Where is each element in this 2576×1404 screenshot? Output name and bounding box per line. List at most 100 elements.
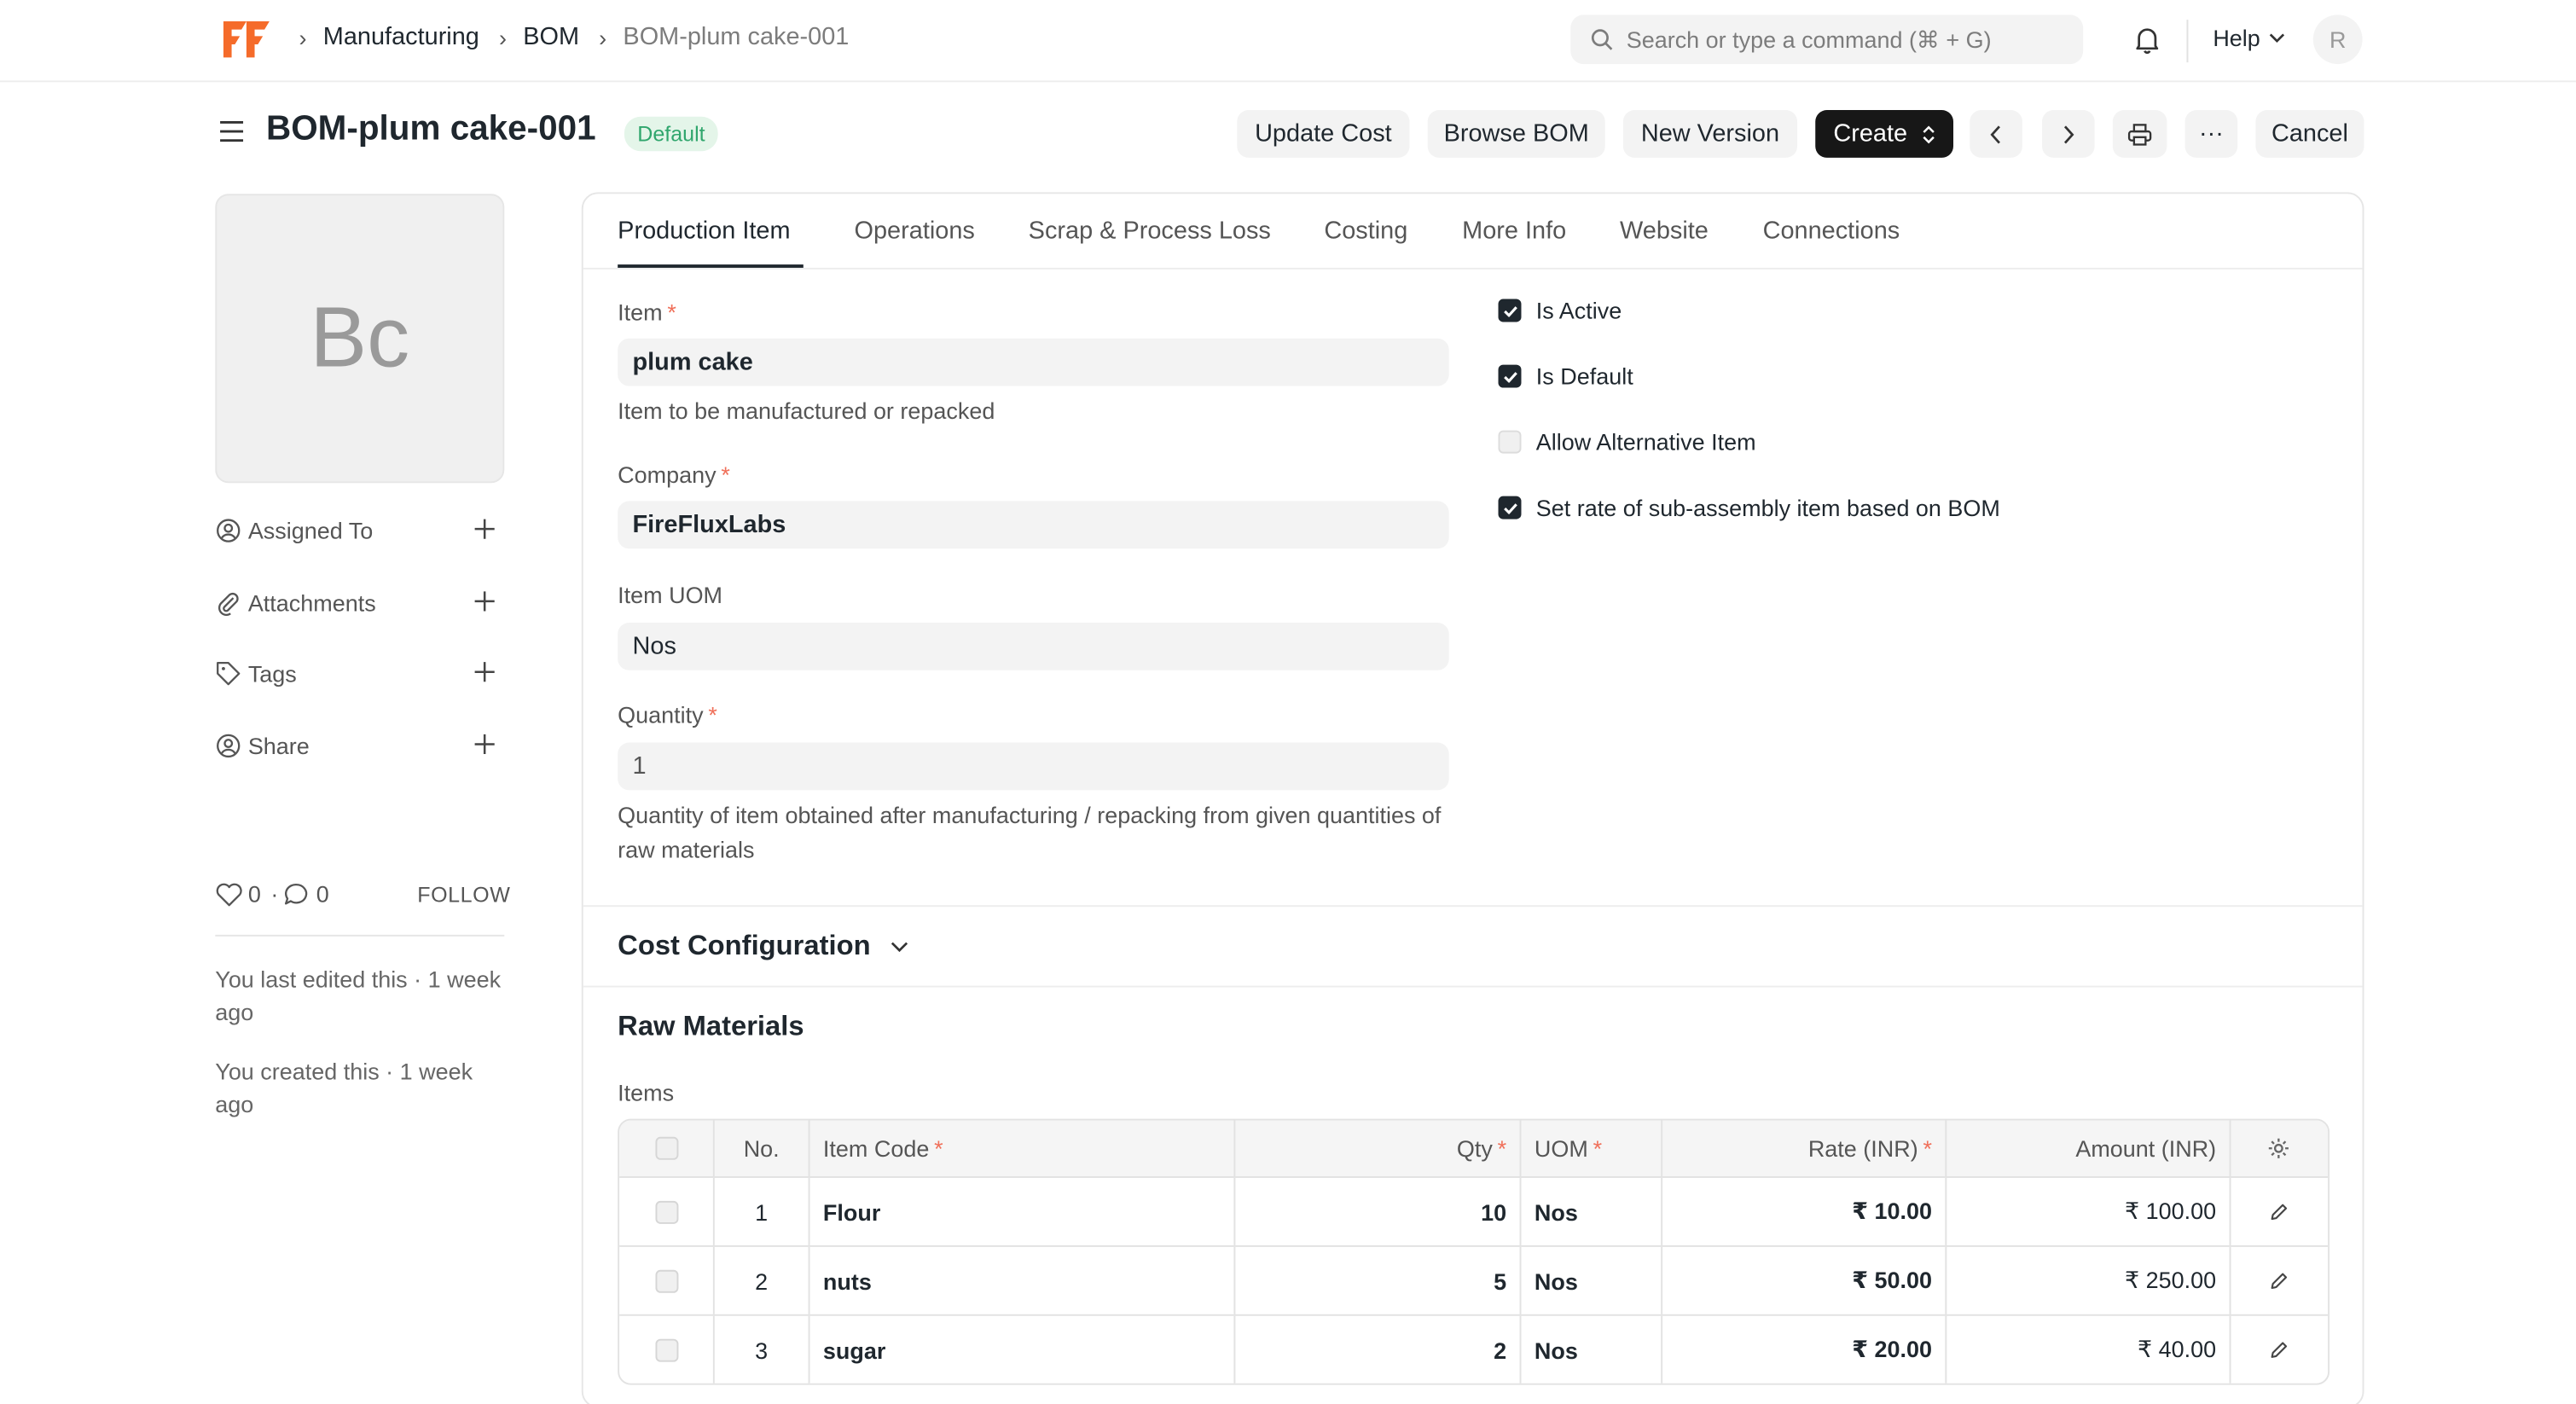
- header-rate: Rate (INR) *: [1662, 1120, 1947, 1177]
- row-edit-cell: [2231, 1316, 2327, 1384]
- add-icon[interactable]: [473, 589, 496, 612]
- table-row[interactable]: 1 Flour 10 Nos ₹ 10.00 ₹ 100.00: [619, 1176, 2329, 1245]
- cost-configuration-section-toggle[interactable]: Cost Configuration: [618, 930, 908, 963]
- search-input[interactable]: Search or type a command (⌘ + G): [1570, 15, 2084, 65]
- cell-no: 3: [715, 1315, 810, 1384]
- select-all-cell: [619, 1120, 715, 1177]
- chevron-left-icon: [1990, 125, 2000, 143]
- user-avatar[interactable]: R: [2312, 15, 2363, 65]
- raw-materials-section-title: Raw Materials: [618, 1010, 804, 1042]
- is-default-checkbox[interactable]: Is Default: [1498, 363, 1633, 389]
- cell-uom[interactable]: Nos: [1521, 1315, 1663, 1384]
- notification-bell-icon[interactable]: [2131, 23, 2164, 56]
- app-logo-icon[interactable]: [220, 16, 273, 62]
- is-active-checkbox[interactable]: Is Active: [1498, 298, 1622, 323]
- allow-alternative-item-checkbox[interactable]: Allow Alternative Item: [1498, 429, 1756, 455]
- row-checkbox[interactable]: [654, 1268, 678, 1292]
- table-row[interactable]: 3 sugar 2 Nos ₹ 20.00 ₹ 40.00: [619, 1314, 2329, 1384]
- help-dropdown[interactable]: Help: [2213, 25, 2284, 51]
- chevron-down-icon: [891, 941, 908, 952]
- gear-icon[interactable]: [2267, 1137, 2290, 1160]
- print-button[interactable]: [2112, 110, 2167, 158]
- edit-pencil-icon[interactable]: [2269, 1202, 2289, 1221]
- comment-icon[interactable]: [283, 881, 311, 906]
- cell-amount: ₹ 100.00: [1947, 1177, 2231, 1245]
- tab-operations[interactable]: Operations: [855, 217, 975, 245]
- add-icon[interactable]: [473, 660, 496, 683]
- checkbox-checked[interactable]: [1498, 364, 1522, 388]
- tab-more-info[interactable]: More Info: [1462, 217, 1566, 245]
- row-checkbox[interactable]: [654, 1337, 678, 1361]
- tab-website[interactable]: Website: [1620, 217, 1709, 245]
- sidebar-item-attachments[interactable]: Attachments: [215, 587, 504, 620]
- sidebar-item-assigned-to[interactable]: Assigned To: [215, 514, 504, 548]
- cell-uom[interactable]: Nos: [1521, 1177, 1663, 1245]
- section-title: Cost Configuration: [618, 930, 871, 961]
- cell-uom[interactable]: Nos: [1521, 1246, 1663, 1314]
- next-doc-button[interactable]: [2042, 110, 2095, 158]
- previous-doc-button[interactable]: [1970, 110, 2022, 158]
- follow-button[interactable]: FOLLOW: [417, 882, 510, 907]
- update-cost-button[interactable]: Update Cost: [1237, 110, 1410, 158]
- heart-icon[interactable]: [215, 881, 243, 906]
- edit-pencil-icon[interactable]: [2269, 1271, 2289, 1291]
- breadcrumb: › Manufacturing › BOM › BOM-plum cake-00…: [296, 23, 866, 51]
- header-amount: Amount (INR): [1947, 1120, 2231, 1177]
- breadcrumb-bom[interactable]: BOM: [523, 23, 579, 51]
- comments-count: 0: [316, 880, 329, 908]
- tab-scrap-process-loss[interactable]: Scrap & Process Loss: [1029, 217, 1271, 245]
- cancel-button[interactable]: Cancel: [2255, 110, 2364, 158]
- cell-item-code[interactable]: nuts: [810, 1246, 1236, 1314]
- item-field[interactable]: plum cake: [618, 338, 1449, 386]
- row-checkbox[interactable]: [654, 1199, 678, 1223]
- document-image-placeholder[interactable]: Bc: [215, 194, 505, 484]
- checkbox-unchecked[interactable]: [1498, 430, 1522, 454]
- create-button[interactable]: Create: [1815, 110, 1954, 158]
- create-label: Create: [1833, 119, 1908, 148]
- cell-amount: ₹ 40.00: [1947, 1315, 2231, 1384]
- cell-qty[interactable]: 10: [1235, 1177, 1522, 1245]
- likes-count: 0: [247, 880, 261, 908]
- company-field[interactable]: FireFluxLabs: [618, 501, 1449, 549]
- tab-costing[interactable]: Costing: [1324, 217, 1407, 245]
- page-title: BOM-plum cake-001: [266, 110, 596, 148]
- new-version-button[interactable]: New Version: [1622, 110, 1798, 158]
- checkbox-label: Set rate of sub-assembly item based on B…: [1535, 494, 2000, 521]
- sidebar-toggle-icon[interactable]: [218, 119, 245, 145]
- set-rate-subassembly-checkbox[interactable]: Set rate of sub-assembly item based on B…: [1498, 494, 2000, 521]
- select-all-checkbox[interactable]: [654, 1136, 678, 1160]
- breadcrumb-manufacturing[interactable]: Manufacturing: [323, 23, 479, 51]
- tab-connections[interactable]: Connections: [1763, 217, 1900, 245]
- sidebar-item-share[interactable]: Share: [215, 729, 504, 763]
- header-uom: UOM *: [1521, 1120, 1663, 1177]
- cell-qty[interactable]: 5: [1235, 1246, 1522, 1314]
- sidebar-item-label: Tags: [247, 660, 297, 687]
- updown-chevron-icon: [1923, 125, 1935, 143]
- column-settings-cell: [2231, 1121, 2327, 1176]
- checkbox-checked[interactable]: [1498, 496, 1522, 519]
- cell-item-code[interactable]: Flour: [810, 1177, 1236, 1245]
- status-badge: Default: [624, 116, 719, 152]
- row-edit-cell: [2231, 1178, 2327, 1245]
- search-placeholder: Search or type a command (⌘ + G): [1626, 25, 1992, 52]
- cell-rate[interactable]: ₹ 20.00: [1662, 1315, 1947, 1384]
- cell-rate[interactable]: ₹ 10.00: [1662, 1177, 1947, 1245]
- breadcrumb-current[interactable]: BOM-plum cake-001: [623, 23, 849, 51]
- cell-rate[interactable]: ₹ 50.00: [1662, 1246, 1947, 1314]
- help-label: Help: [2213, 24, 2260, 51]
- checkbox-checked[interactable]: [1498, 299, 1522, 322]
- sidebar-item-label: Attachments: [247, 589, 376, 617]
- add-icon[interactable]: [473, 518, 496, 541]
- sidebar-item-tags[interactable]: Tags: [215, 657, 504, 690]
- cell-item-code[interactable]: sugar: [810, 1315, 1236, 1384]
- table-row[interactable]: 2 nuts 5 Nos ₹ 50.00 ₹ 250.00: [619, 1244, 2329, 1314]
- more-actions-button[interactable]: ···: [2184, 110, 2238, 158]
- cell-qty[interactable]: 2: [1235, 1315, 1522, 1384]
- item-uom-field[interactable]: Nos: [618, 622, 1449, 670]
- search-icon: [1591, 29, 1613, 50]
- quantity-field[interactable]: 1: [618, 742, 1449, 791]
- tab-production-item[interactable]: Production Item: [618, 217, 790, 245]
- add-icon[interactable]: [473, 733, 496, 756]
- edit-pencil-icon[interactable]: [2269, 1340, 2289, 1360]
- browse-bom-button[interactable]: Browse BOM: [1427, 110, 1605, 158]
